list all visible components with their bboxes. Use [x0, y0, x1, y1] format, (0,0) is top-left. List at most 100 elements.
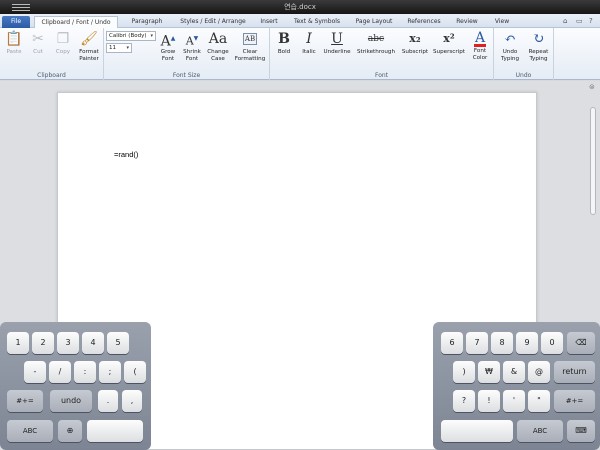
- help-icon[interactable]: ?: [589, 15, 593, 27]
- menu-icon[interactable]: [12, 3, 30, 11]
- tab-insert[interactable]: Insert: [254, 16, 284, 28]
- font-size-group: Calibri (Body) ▾ 11 ▾ A▲ Grow Font A▼ Sh…: [104, 28, 270, 80]
- key-question[interactable]: ?: [453, 390, 475, 412]
- tab-file[interactable]: File: [2, 16, 30, 28]
- key-semicolon[interactable]: ;: [99, 361, 121, 383]
- ribbon-tabs: File Clipboard / Font / Undo Paragraph S…: [0, 14, 600, 28]
- key-abc-right[interactable]: ABC: [517, 420, 563, 442]
- font-group: B Bold I Italic U Underline abc Striketh…: [270, 28, 494, 80]
- key-hyphen[interactable]: -: [24, 361, 46, 383]
- key-period[interactable]: .: [98, 390, 118, 412]
- key-9[interactable]: 9: [516, 332, 538, 354]
- key-7[interactable]: 7: [466, 332, 488, 354]
- font-size-dropdown[interactable]: 11 ▾: [106, 43, 132, 53]
- key-slash[interactable]: /: [49, 361, 71, 383]
- shrink-font-icon: A▼: [185, 34, 199, 48]
- window-title: 연습.docx: [284, 3, 316, 11]
- tab-page-layout[interactable]: Page Layout: [350, 16, 398, 28]
- key-0[interactable]: 0: [541, 332, 563, 354]
- underline-icon: U: [331, 31, 343, 47]
- paintbrush-icon: 🖌: [80, 31, 98, 47]
- bold-icon: B: [278, 31, 290, 47]
- globe-icon[interactable]: ⊕: [58, 420, 82, 442]
- tab-clipboard-font-undo[interactable]: Clipboard / Font / Undo: [34, 16, 118, 28]
- key-space[interactable]: [87, 420, 143, 442]
- keyboard-dismiss-icon[interactable]: ⌨: [567, 420, 595, 442]
- tab-styles-edit-arrange[interactable]: Styles / Edit / Arrange: [174, 16, 252, 28]
- collapse-ribbon-icon[interactable]: ▭: [576, 15, 583, 27]
- underline-button[interactable]: U Underline: [322, 31, 352, 56]
- backspace-icon[interactable]: ⌫: [567, 332, 595, 354]
- undo-icon: ↶: [504, 31, 516, 47]
- title-bar: 연습.docx: [0, 0, 600, 14]
- tab-references[interactable]: References: [402, 16, 446, 28]
- key-2[interactable]: 2: [32, 332, 54, 354]
- ribbon: 📋 Paste ✂ Cut ❐ Copy 🖌 Format Painter Cl…: [0, 28, 600, 80]
- subscript-button[interactable]: x₂ Subscript: [399, 31, 431, 56]
- clear-formatting-icon: AB: [243, 33, 257, 45]
- key-3[interactable]: 3: [57, 332, 79, 354]
- paste-button[interactable]: 📋 Paste: [4, 31, 24, 56]
- key-symbols-right[interactable]: #+=: [554, 390, 595, 412]
- key-return[interactable]: return: [554, 361, 595, 383]
- bold-button[interactable]: B Bold: [274, 31, 294, 56]
- font-size-group-label: Font Size: [172, 72, 201, 79]
- font-group-label: Font: [374, 72, 389, 79]
- key-quote[interactable]: ": [528, 390, 550, 412]
- clipboard-group: 📋 Paste ✂ Cut ❐ Copy 🖌 Format Painter Cl…: [0, 28, 104, 80]
- tab-paragraph[interactable]: Paragraph: [124, 16, 170, 28]
- redo-button[interactable]: ↻ Repeat Typing: [525, 31, 552, 62]
- copy-button[interactable]: ❐ Copy: [52, 31, 74, 56]
- font-name-dropdown[interactable]: Calibri (Body) ▾: [106, 31, 156, 41]
- superscript-button[interactable]: x² Superscript: [431, 31, 467, 56]
- key-4[interactable]: 4: [82, 332, 104, 354]
- strikethrough-button[interactable]: abc Strikethrough: [354, 31, 398, 56]
- cut-button[interactable]: ✂ Cut: [28, 31, 48, 56]
- change-case-button[interactable]: Aa Change Case: [205, 31, 231, 62]
- key-exclamation[interactable]: !: [478, 390, 500, 412]
- key-apostrophe[interactable]: ': [503, 390, 525, 412]
- shrink-font-button[interactable]: A▼ Shrink Font: [181, 31, 203, 62]
- strikethrough-icon: abc: [367, 34, 385, 44]
- font-color-button[interactable]: A Font Color: [468, 31, 492, 61]
- clear-formatting-button[interactable]: AB Clear Formatting: [232, 31, 268, 62]
- split-keyboard-left: 1 2 3 4 5 - / : ; ( #+= undo . , ABC ⊕: [0, 322, 151, 450]
- italic-button[interactable]: I Italic: [298, 31, 320, 56]
- key-symbols[interactable]: #+=: [7, 390, 43, 412]
- key-space-right[interactable]: [441, 420, 513, 442]
- key-won[interactable]: ₩: [478, 361, 500, 383]
- key-6[interactable]: 6: [441, 332, 463, 354]
- tab-review[interactable]: Review: [450, 16, 484, 28]
- key-5[interactable]: 5: [107, 332, 129, 354]
- copy-icon: ❐: [56, 31, 70, 47]
- key-left-paren[interactable]: (: [124, 361, 146, 383]
- undo-button[interactable]: ↶ Undo Typing: [497, 31, 523, 62]
- undo-group: ↶ Undo Typing ↻ Repeat Typing Undo: [494, 28, 554, 80]
- key-at[interactable]: @: [528, 361, 550, 383]
- font-color-icon: A: [474, 30, 486, 47]
- grow-font-button[interactable]: A▲ Grow Font: [158, 31, 178, 62]
- home-icon[interactable]: ⌂: [563, 15, 567, 27]
- key-8[interactable]: 8: [491, 332, 513, 354]
- format-painter-button[interactable]: 🖌 Format Painter: [76, 31, 102, 62]
- key-colon[interactable]: :: [74, 361, 96, 383]
- subscript-icon: x₂: [409, 32, 421, 45]
- italic-icon: I: [306, 31, 312, 47]
- tab-text-symbols[interactable]: Text & Symbols: [288, 16, 346, 28]
- key-abc[interactable]: ABC: [7, 420, 53, 442]
- tab-view[interactable]: View: [488, 16, 516, 28]
- chevron-down-icon: ▾: [150, 33, 153, 39]
- scissors-icon: ✂: [32, 31, 44, 47]
- key-right-paren[interactable]: ): [453, 361, 475, 383]
- key-comma[interactable]: ,: [122, 390, 142, 412]
- key-ampersand[interactable]: &: [503, 361, 525, 383]
- ruler-toggle-icon[interactable]: ⊜: [589, 83, 595, 91]
- superscript-icon: x²: [443, 32, 455, 45]
- clipboard-group-label: Clipboard: [37, 72, 66, 79]
- split-keyboard-right: 6 7 8 9 0 ⌫ ) ₩ & @ return ? ! ' " #+= A…: [433, 322, 600, 450]
- key-undo[interactable]: undo: [50, 390, 92, 412]
- key-1[interactable]: 1: [7, 332, 29, 354]
- document-text[interactable]: =rand(): [114, 150, 138, 159]
- redo-icon: ↻: [532, 31, 545, 47]
- scrollbar-thumb[interactable]: [590, 107, 596, 215]
